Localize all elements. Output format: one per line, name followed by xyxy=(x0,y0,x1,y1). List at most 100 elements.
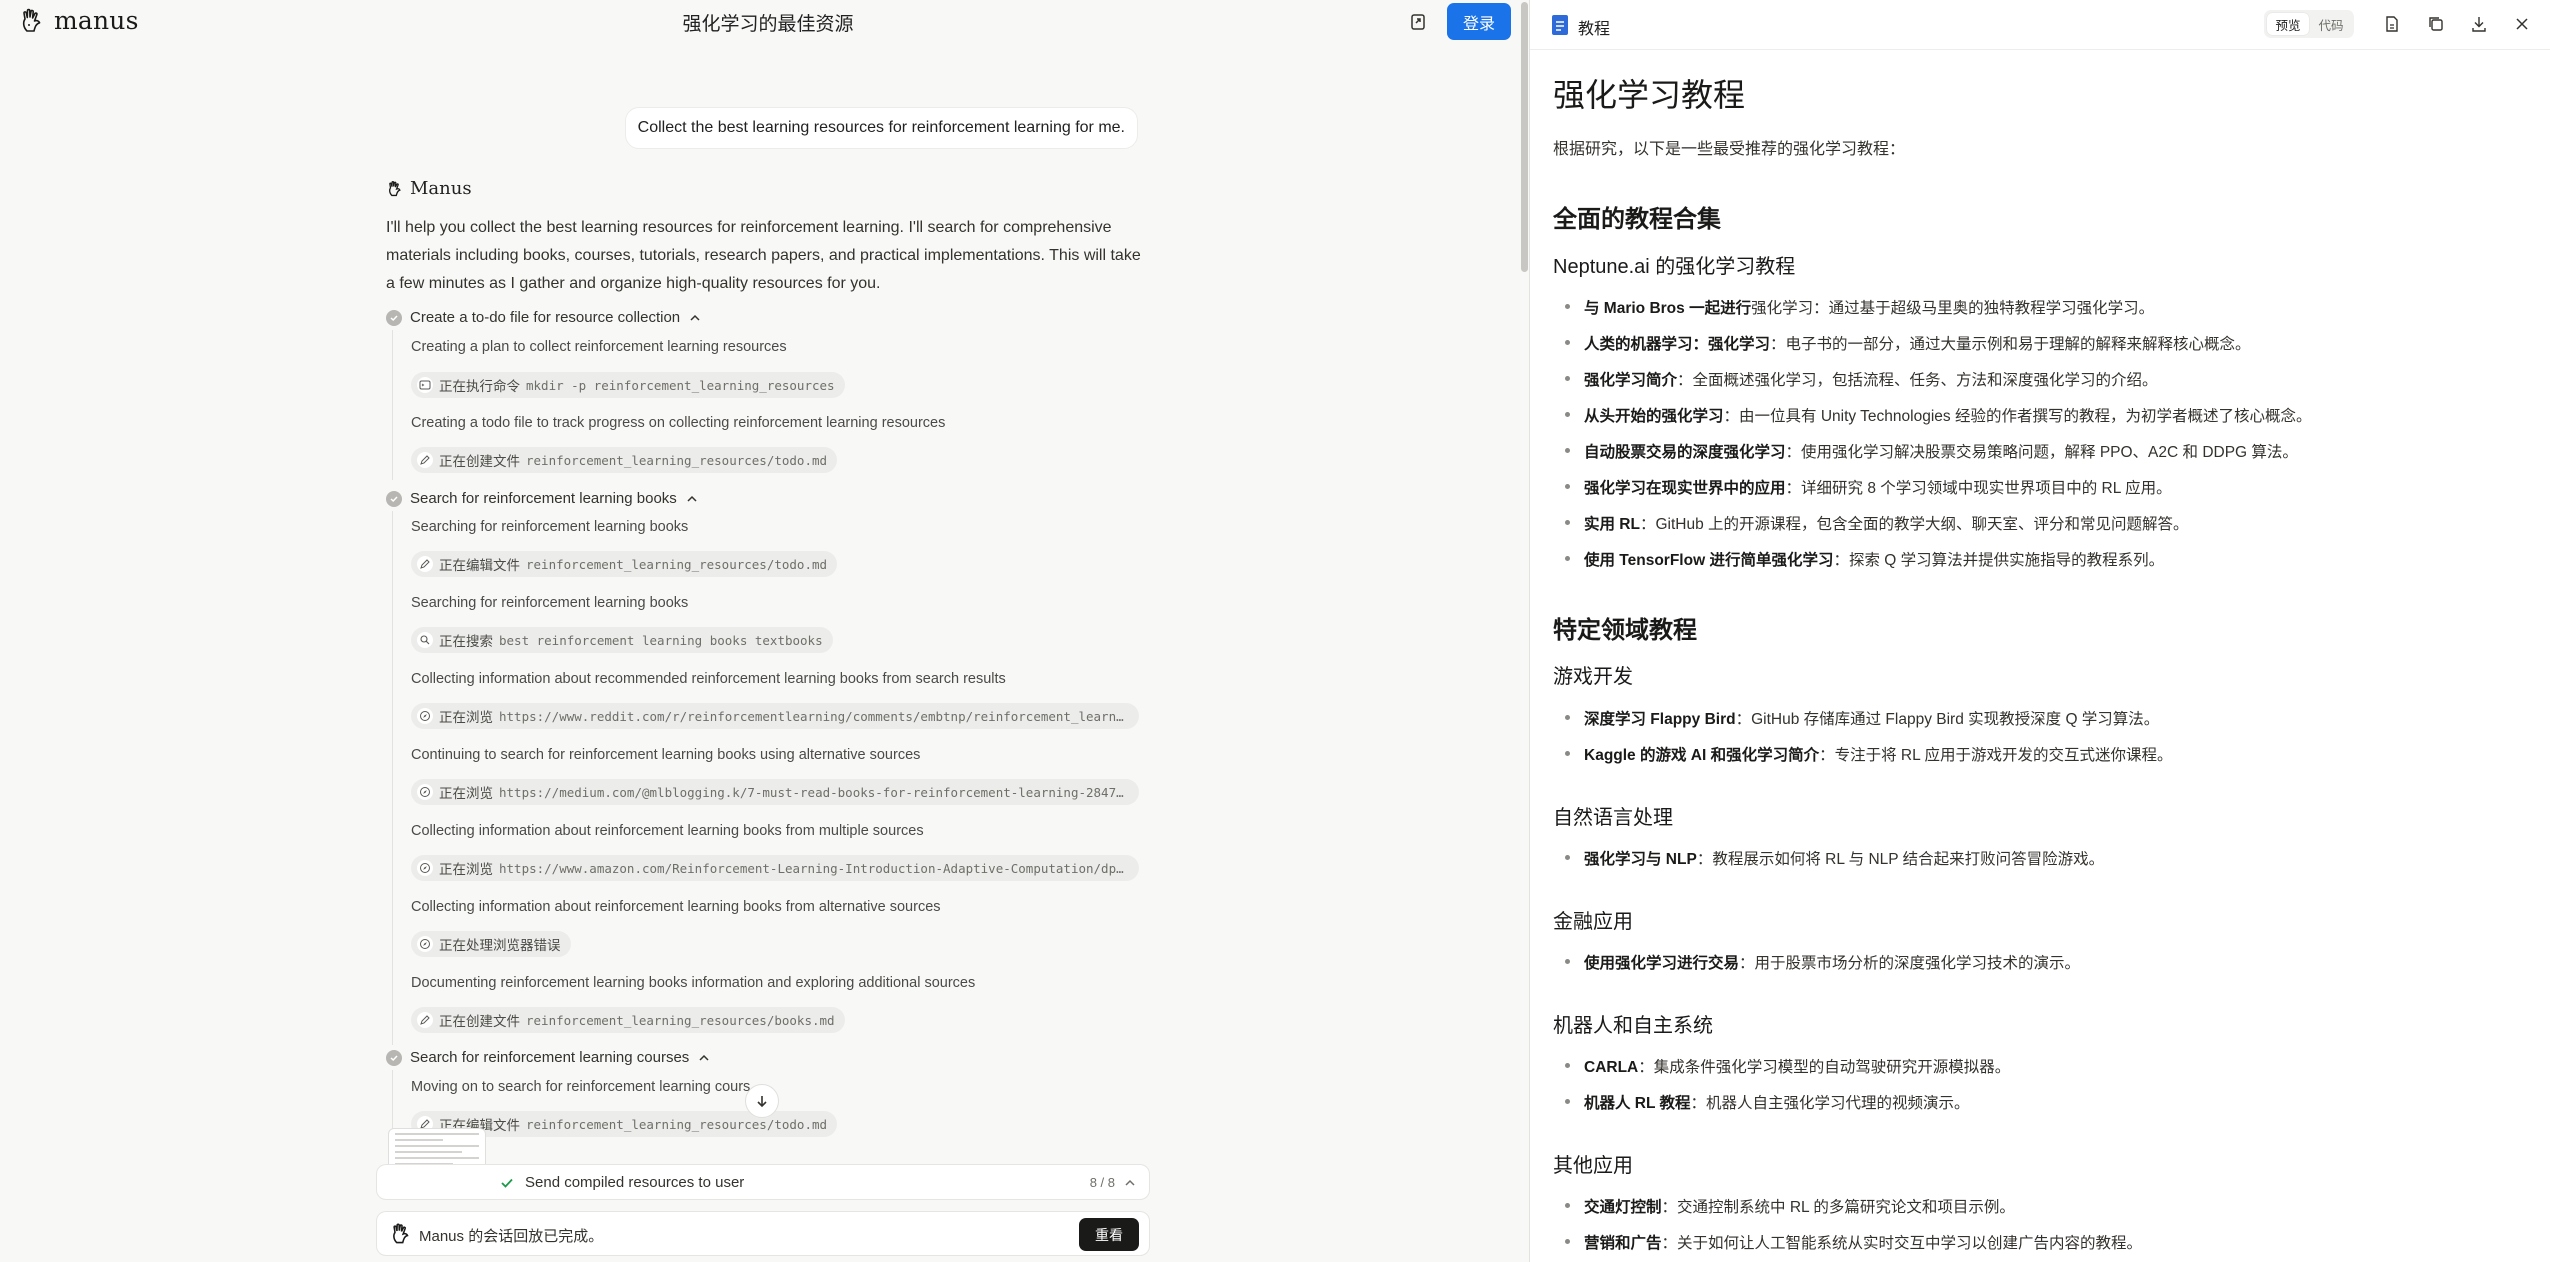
subsection-heading: 金融应用 xyxy=(1553,911,1633,933)
subsection-heading: 游戏开发 xyxy=(1553,666,1633,688)
action-pill[interactable]: 正在搜索 best reinforcement learning books t… xyxy=(411,627,833,653)
step-title: Search for reinforcement learning course… xyxy=(410,1049,690,1066)
manus-hand-icon xyxy=(393,1223,409,1244)
list-item: 深度学习 Flappy Bird：GitHub 存储库通过 Flappy Bir… xyxy=(1565,707,2159,729)
close-icon[interactable] xyxy=(2510,12,2534,36)
list-item: 自动股票交易的深度强化学习：使用强化学习解决股票交易策略问题，解释 PPO、A2… xyxy=(1565,440,2298,462)
action-label: 正在浏览 xyxy=(439,710,493,725)
current-task-bar[interactable]: Send compiled resources to user 8 / 8 xyxy=(376,1164,1150,1200)
document-panel: 教程 预览 代码 强化学习教程 根据研究，以下是一些最受推荐的强化学习教程： 全… xyxy=(1529,0,2550,1262)
list-item: 强化学习简介：全面概述强化学习，包括流程、任务、方法和深度强化学习的介绍。 xyxy=(1565,368,2158,390)
action-value: best reinforcement learning books textbo… xyxy=(499,632,823,648)
edit-icon xyxy=(417,1012,433,1028)
action-pill[interactable]: 正在浏览 https://www.amazon.com/Reinforcemen… xyxy=(411,855,1139,881)
compass-icon xyxy=(417,860,433,876)
action-pill[interactable]: 正在处理浏览器错误 xyxy=(411,931,571,957)
substep-text: Documenting reinforcement learning books… xyxy=(411,975,976,991)
edit-icon xyxy=(417,556,433,572)
subsection-heading: 其他应用 xyxy=(1553,1155,1633,1177)
document-header: 教程 预览 代码 xyxy=(1530,0,2550,50)
action-label: 正在处理浏览器错误 xyxy=(439,938,561,953)
list-item: 机器人 RL 教程：机器人自主强化学习代理的视频演示。 xyxy=(1565,1091,1970,1113)
agent-header: Manus xyxy=(386,178,472,199)
item-desc: ：交通控制系统中 RL 的多篇研究论文和项目示例。 xyxy=(1661,1199,2015,1216)
compass-icon xyxy=(417,708,433,724)
tab-code[interactable]: 代码 xyxy=(2310,13,2352,35)
document-intro: 根据研究，以下是一些最受推荐的强化学习教程： xyxy=(1553,141,1906,158)
item-desc: ：GitHub 上的开源课程，包含全面的教学大纲、聊天室、评分和常见问题解答。 xyxy=(1639,516,2189,533)
action-pill[interactable]: 正在浏览 https://www.reddit.com/r/reinforcem… xyxy=(411,703,1139,729)
step-header[interactable]: Create a to-do file for resource collect… xyxy=(386,309,702,326)
login-button[interactable]: 登录 xyxy=(1447,3,1511,40)
action-pill[interactable]: 正在创建文件 reinforcement_learning_resources/… xyxy=(411,447,838,473)
subsection-heading: 机器人和自主系统 xyxy=(1553,1015,1713,1037)
chat-panel: manus 强化学习的最佳资源 登录 Collect the best lear… xyxy=(0,0,1524,1262)
check-icon xyxy=(386,1049,402,1066)
scroll-down-button[interactable] xyxy=(745,1084,779,1118)
compass-icon xyxy=(417,936,433,952)
step-connector xyxy=(392,330,393,480)
check-icon xyxy=(501,1178,513,1188)
tab-preview[interactable]: 预览 xyxy=(2267,13,2309,35)
action-value: reinforcement_learning_resources/todo.md xyxy=(526,452,828,468)
item-desc: ：GitHub 存储库通过 Flappy Bird 实现教授深度 Q 学习算法。 xyxy=(1735,711,2160,728)
chevron-up-icon[interactable] xyxy=(1123,1176,1137,1190)
action-pill[interactable]: 正在创建文件 reinforcement_learning_resources/… xyxy=(411,1007,845,1033)
item-title: 交通灯控制 xyxy=(1584,1199,1662,1216)
view-toggle: 预览 代码 xyxy=(2264,10,2354,38)
step-header[interactable]: Search for reinforcement learning course… xyxy=(386,1049,711,1066)
action-value: reinforcement_learning_resources/todo.md xyxy=(526,556,828,572)
item-title: Kaggle 的游戏 AI 和强化学习简介 xyxy=(1584,747,1820,764)
step-connector xyxy=(392,511,393,1045)
item-title: 强化学习在现实世界中的应用 xyxy=(1584,480,1786,497)
action-pill[interactable]: 正在编辑文件 reinforcement_learning_resources/… xyxy=(411,551,838,577)
item-title: 营销和广告 xyxy=(1584,1235,1662,1252)
file-icon[interactable] xyxy=(2380,12,2404,36)
list-item: CARLA：集成条件强化学习模型的自动驾驶研究开源模拟器。 xyxy=(1565,1055,2010,1077)
subsection-heading: 自然语言处理 xyxy=(1553,807,1673,829)
check-icon xyxy=(386,490,402,507)
chevron-up-icon xyxy=(687,495,697,502)
replay-status-text: Manus 的会话回放已完成。 xyxy=(419,1228,604,1245)
list-item: 交通灯控制：交通控制系统中 RL 的多篇研究论文和项目示例。 xyxy=(1565,1195,2015,1217)
list-item: 强化学习在现实世界中的应用：详细研究 8 个学习领域中现实世界项目中的 RL 应… xyxy=(1565,476,2172,498)
substep-text: Creating a plan to collect reinforcement… xyxy=(411,339,787,355)
chat-scrollbar[interactable] xyxy=(1520,0,1529,1262)
substep-text: Continuing to search for reinforcement l… xyxy=(411,747,921,763)
item-title: 强化学习与 NLP xyxy=(1584,851,1697,868)
edit-icon xyxy=(417,452,433,468)
action-pill[interactable]: 正在执行命令 mkdir -p reinforcement_learning_r… xyxy=(411,372,845,398)
item-title: 人类的机器学习：强化学习 xyxy=(1584,336,1771,353)
replay-button[interactable]: 重看 xyxy=(1079,1218,1139,1251)
chevron-up-icon xyxy=(690,314,700,321)
item-desc: ：关于如何让人工智能系统从实时交互中学习以创建广告内容的教程。 xyxy=(1661,1235,2143,1252)
document-name: 教程 xyxy=(1578,21,1611,38)
item-desc: ：专注于将 RL 应用于游戏开发的交互式迷你课程。 xyxy=(1819,747,2173,764)
substep-text: Moving on to search for reinforcement le… xyxy=(411,1079,751,1095)
document-icon xyxy=(1552,15,1568,35)
copy-icon[interactable] xyxy=(2424,12,2448,36)
share-icon[interactable] xyxy=(1404,8,1432,36)
item-desc: 强化学习：通过基于超级马里奥的独特教程学习强化学习。 xyxy=(1751,300,2155,317)
item-desc: ：由一位具有 Unity Technologies 经验的作者撰写的教程，为初学… xyxy=(1723,408,2312,425)
item-desc: ：详细研究 8 个学习领域中现实世界项目中的 RL 应用。 xyxy=(1785,480,2172,497)
session-title: 强化学习的最佳资源 xyxy=(682,14,854,35)
step-title: Search for reinforcement learning books xyxy=(410,490,677,507)
list-item: 实用 RL：GitHub 上的开源课程，包含全面的教学大纲、聊天室、评分和常见问… xyxy=(1565,512,2189,534)
arrow-down-icon xyxy=(757,1096,767,1108)
section-heading: 全面的教程合集 xyxy=(1553,206,1721,233)
chevron-up-icon xyxy=(699,1054,709,1061)
replay-status-bar: Manus 的会话回放已完成。 重看 xyxy=(376,1211,1150,1256)
action-pill[interactable]: 正在浏览 https://medium.com/@mlblogging.k/7-… xyxy=(411,779,1139,805)
substep-text: Searching for reinforcement learning boo… xyxy=(411,519,689,535)
item-desc: ：教程展示如何将 RL 与 NLP 结合起来打败问答冒险游戏。 xyxy=(1696,851,2105,868)
item-title: 使用强化学习进行交易 xyxy=(1584,955,1740,972)
list-item: 从头开始的强化学习：由一位具有 Unity Technologies 经验的作者… xyxy=(1565,404,2311,426)
step-header[interactable]: Search for reinforcement learning books xyxy=(386,490,699,507)
action-label: 正在搜索 xyxy=(439,634,493,649)
action-value: mkdir -p reinforcement_learning_resource… xyxy=(526,377,835,393)
subsection-heading: Neptune.ai 的强化学习教程 xyxy=(1553,256,1796,278)
download-icon[interactable] xyxy=(2467,12,2491,36)
action-label: 正在浏览 xyxy=(439,862,493,877)
item-title: 机器人 RL 教程 xyxy=(1584,1095,1691,1112)
